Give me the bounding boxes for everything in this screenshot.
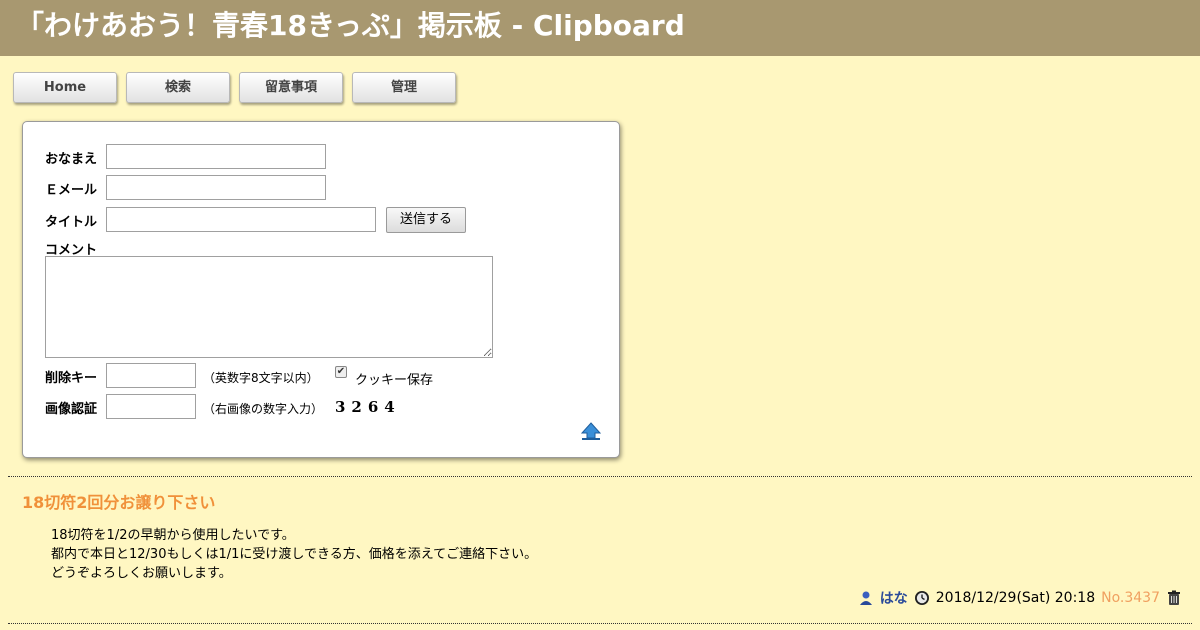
captcha-label: 画像認証 — [45, 402, 98, 417]
delete-key-label: 削除キー — [45, 371, 98, 386]
header-bar: 「わけあおう！青春18きっぷ」掲示板 - Clipboard — [0, 0, 1200, 56]
email-label: Ｅメール — [45, 183, 98, 198]
nav-home-button[interactable]: Home — [13, 72, 117, 103]
cookie-label: クッキー保存 — [355, 373, 434, 388]
clock-icon — [914, 591, 929, 605]
post-form: おなまえ Ｅメール タイトル 送信する コメント 削除キー （英数字8文字以内）… — [22, 121, 620, 458]
delete-key-note: （英数字8文字以内） — [203, 371, 319, 385]
post-body-line: どうぞよろしくお願いします。 — [51, 566, 232, 581]
post-title: 18切符2回分お譲り下さい — [22, 493, 216, 512]
nav-notes-button[interactable]: 留意事項 — [239, 72, 343, 103]
divider — [8, 623, 1192, 624]
title-label: タイトル — [45, 215, 98, 230]
post-body-line: 都内で本日と12/30もしくは1/1に受け渡しできる方、価格を添えてご連絡下さい… — [51, 547, 538, 562]
email-input[interactable] — [106, 175, 326, 200]
post-body-line: 18切符を1/2の早朝から使用したいです。 — [51, 528, 295, 543]
trash-icon[interactable] — [1166, 590, 1182, 606]
submit-button[interactable]: 送信する — [386, 207, 466, 233]
nav-search-button[interactable]: 検索 — [126, 72, 230, 103]
nav-admin-button[interactable]: 管理 — [352, 72, 456, 103]
captcha-note: （右画像の数字入力） — [203, 402, 324, 416]
user-icon — [859, 591, 872, 605]
post-meta: はな 2018/12/29(Sat) 20:18 No.3437 — [858, 588, 1182, 608]
post-number: No.3437 — [1101, 590, 1160, 606]
page-title: 「わけあおう！青春18きっぷ」掲示板 - Clipboard — [16, 9, 685, 42]
divider — [8, 476, 1192, 477]
post-body: 18切符を1/2の早朝から使用したいです。 都内で本日と12/30もしくは1/1… — [51, 526, 537, 583]
comment-textarea[interactable] — [45, 256, 493, 358]
captcha-image: 3264 — [335, 398, 401, 416]
page-top-arrow-icon[interactable] — [581, 421, 601, 441]
title-input[interactable] — [106, 207, 376, 232]
post-author: はな — [879, 591, 908, 607]
name-label: おなまえ — [45, 152, 98, 167]
cookie-checkbox[interactable]: ✔ — [335, 366, 347, 378]
post-datetime: 2018/12/29(Sat) 20:18 — [935, 590, 1096, 606]
name-input[interactable] — [106, 144, 326, 169]
delete-key-input[interactable] — [106, 363, 196, 388]
captcha-input[interactable] — [106, 394, 196, 419]
